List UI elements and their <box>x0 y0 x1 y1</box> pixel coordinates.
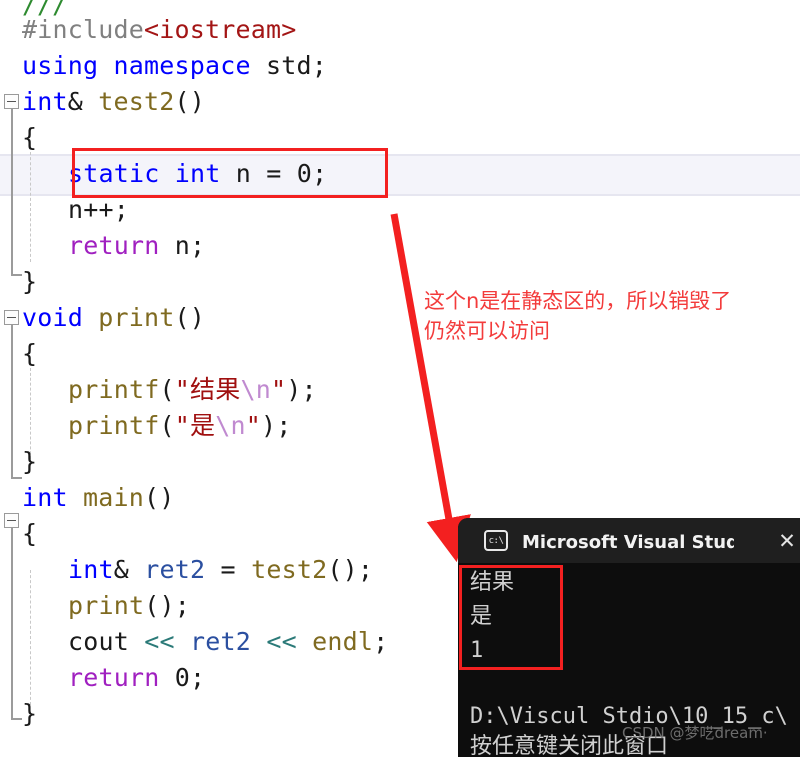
code-token: endl <box>312 627 374 656</box>
code-token: () <box>144 483 175 512</box>
code-token: "结果 <box>174 375 241 404</box>
code-line[interactable]: int main() <box>0 480 800 516</box>
code-token: n++; <box>68 195 130 224</box>
code-token: & <box>67 87 99 116</box>
code-token: <iostream> <box>144 15 297 44</box>
code-token: ; <box>373 627 389 656</box>
code-token: ); <box>261 411 292 440</box>
code-token: " <box>245 411 262 440</box>
code-token: } <box>22 447 38 476</box>
code-line[interactable]: printf("结果\n"); <box>0 372 800 408</box>
code-token: { <box>22 339 38 368</box>
code-token: << <box>144 627 175 656</box>
code-token: return <box>68 663 160 692</box>
watermark: CSDN @梦呓dream· <box>622 724 768 742</box>
code-token: (); <box>327 555 374 584</box>
code-token: { <box>22 123 38 152</box>
close-icon[interactable]: ✕ <box>776 529 798 553</box>
code-token: int <box>68 555 114 584</box>
code-token: ; <box>190 663 206 692</box>
highlight-box-console-output <box>459 565 563 670</box>
code-token: ( <box>159 375 175 404</box>
code-line[interactable]: using namespace std; <box>0 48 800 84</box>
code-line[interactable]: } <box>0 444 800 480</box>
code-token: \n <box>240 375 271 404</box>
code-token: void <box>22 303 84 332</box>
code-token: 0 <box>174 663 191 692</box>
code-token: int <box>22 87 68 116</box>
code-line[interactable]: printf("是\n"); <box>0 408 800 444</box>
code-token: \n <box>215 411 246 440</box>
annotation-line-2: 仍然可以访问 <box>424 319 550 343</box>
code-line[interactable]: int& test2() <box>0 84 800 120</box>
code-token: return <box>68 231 160 260</box>
code-token: ); <box>286 375 317 404</box>
code-token: << <box>266 627 297 656</box>
console-title: Microsoft Visual Studio 调试控 <box>522 531 734 553</box>
highlight-box-static-declaration <box>72 148 388 198</box>
code-token: } <box>22 699 38 728</box>
code-token: test2 <box>251 555 328 584</box>
code-token: "是 <box>174 411 216 440</box>
code-token: { <box>22 519 38 548</box>
code-token: " <box>270 375 287 404</box>
code-token: () <box>174 87 206 116</box>
code-token: ret2 <box>144 555 206 584</box>
annotation-text: 这个n是在静态区的，所以销毁了 仍然可以访问 <box>424 286 790 346</box>
code-token: int <box>22 483 68 512</box>
code-line[interactable]: return n; <box>0 228 800 264</box>
console-icon: c:\ <box>484 530 508 551</box>
code-token: cout <box>68 627 145 656</box>
code-token: () <box>174 303 206 332</box>
code-token: using namespace <box>22 51 267 80</box>
code-token: ret2 <box>190 627 252 656</box>
code-token: print <box>68 591 145 620</box>
code-token: #include <box>22 15 145 44</box>
code-token: n; <box>159 231 206 260</box>
code-line[interactable]: #include<iostream> <box>0 12 800 48</box>
code-token: printf <box>68 411 160 440</box>
code-token: (); <box>144 591 191 620</box>
code-token: print <box>98 303 175 332</box>
code-token: main <box>83 483 145 512</box>
console-titlebar[interactable]: c:\ Microsoft Visual Studio 调试控 ✕ <box>458 518 800 563</box>
code-token: } <box>22 267 38 296</box>
code-token: printf <box>68 375 160 404</box>
code-token: = <box>205 555 252 584</box>
code-token: std; <box>266 51 328 80</box>
code-token: test2 <box>98 87 175 116</box>
code-token: ( <box>159 411 175 440</box>
annotation-line-1: 这个n是在静态区的，所以销毁了 <box>424 289 732 313</box>
code-token: & <box>113 555 145 584</box>
